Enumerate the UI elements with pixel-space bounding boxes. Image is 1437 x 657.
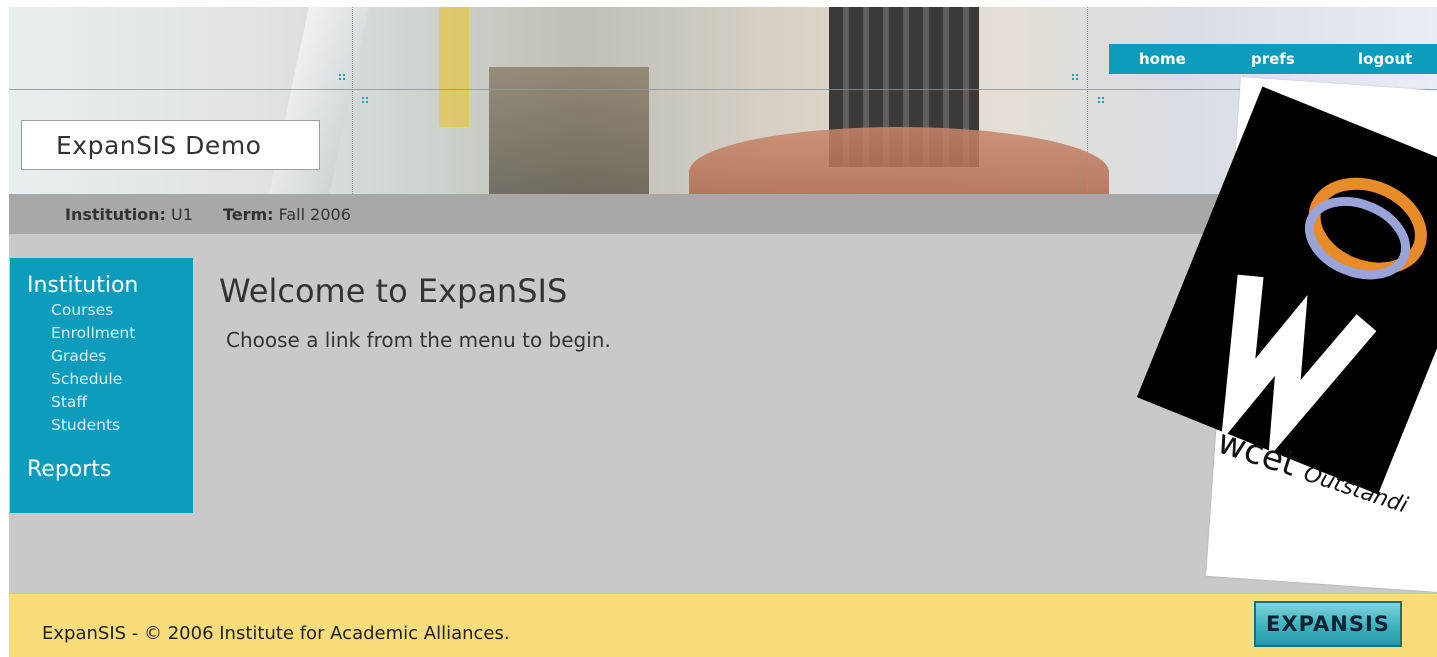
term-label: Term: [222,204,274,224]
top-navigation: home prefs logout [1109,44,1437,74]
term-info: Term: Fall 2006 [223,205,351,224]
expansis-logo: EXPANSIS [1254,601,1402,647]
sidebar-section-institution[interactable]: Institution [27,273,138,298]
page-title: Welcome to ExpanSIS [219,272,568,310]
institution-value: U1 [171,204,193,224]
sidebar-item-grades[interactable]: Grades [51,347,106,365]
banner-guide-vline-left [352,7,354,194]
sidebar-item-staff[interactable]: Staff [51,393,87,411]
header-banner: ExpanSIS Demo home prefs logout [9,7,1437,194]
site-title: ExpanSIS Demo [21,120,320,170]
nav-prefs-link[interactable]: prefs [1251,50,1295,68]
intro-text: Choose a link from the menu to begin. [226,328,611,352]
sidebar-item-enrollment[interactable]: Enrollment [51,324,135,342]
banner-hand-shape [689,127,1109,194]
institution-label: Institution: [65,204,166,224]
sidebar-item-schedule[interactable]: Schedule [51,370,122,388]
banner-guide-line [9,89,1437,90]
sidebar-item-students[interactable]: Students [51,416,120,434]
banner-dots-icon [338,73,346,81]
award-caption-sub: Outstandi [1300,461,1411,519]
banner-dots-icon [1097,96,1105,104]
banner-yellow-shape [439,7,469,127]
sidebar-item-courses[interactable]: Courses [51,301,113,319]
institution-info: Institution: U1 [65,205,193,224]
footer: ExpanSIS - © 2006 Institute for Academic… [9,594,1437,657]
banner-guide-vline-right [1087,7,1089,194]
banner-dots-icon [361,96,369,104]
nav-logout-link[interactable]: logout [1358,50,1412,68]
sidebar-menu: Institution Courses Enrollment Grades Sc… [10,258,193,513]
sidebar-section-reports[interactable]: Reports [27,457,111,482]
page-frame: ExpanSIS Demo home prefs logout Institut… [9,7,1437,657]
nav-home-link[interactable]: home [1139,50,1186,68]
wcet-award-image: wcet Outstandi [1136,77,1437,594]
footer-copyright: ExpanSIS - © 2006 Institute for Academic… [42,623,510,644]
banner-dark-shape [489,67,649,194]
banner-dots-icon [1071,73,1079,81]
term-value: Fall 2006 [278,204,351,224]
